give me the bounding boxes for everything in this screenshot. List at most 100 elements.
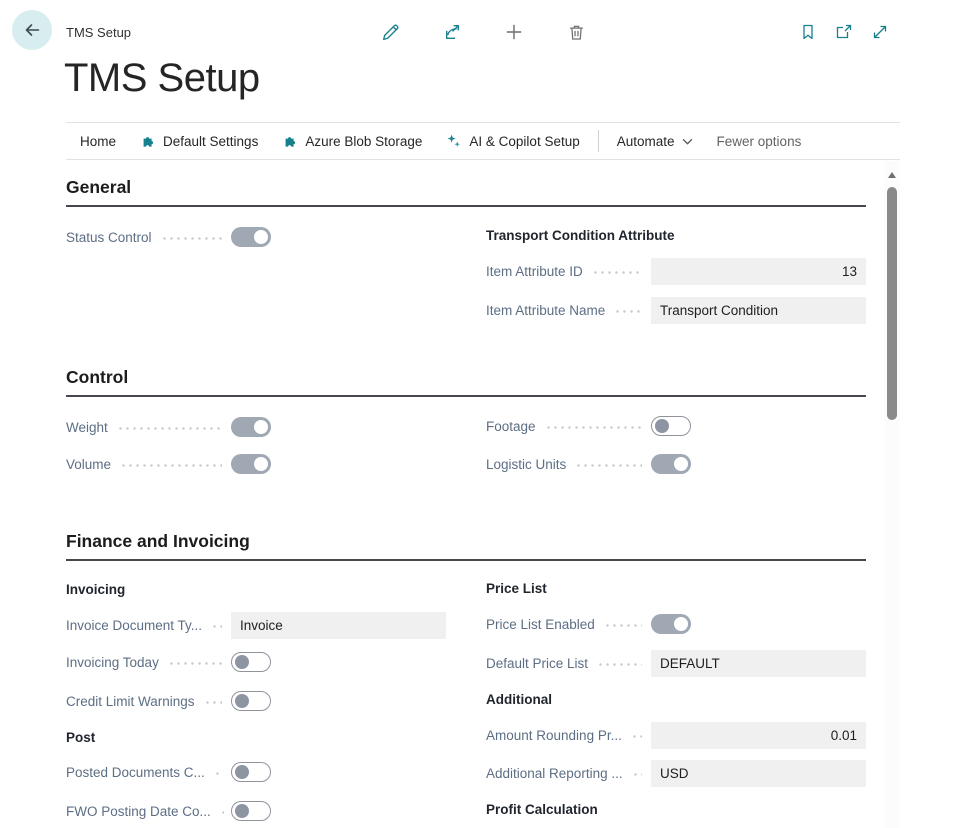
puzzle-icon [282,133,298,149]
group-header-profit-calculation: Profit Calculation [486,800,598,820]
field-row-default-price-list: Default Price List DEFAULT [486,649,866,677]
field-row-credit-limit-warnings: Credit Limit Warnings [66,687,446,715]
menu-item-ai-copilot-setup[interactable]: AI & Copilot Setup [434,123,591,159]
share-button[interactable] [440,20,464,44]
dotted-leader [632,773,642,776]
field-row-additional-reporting-currency: Additional Reporting ... USD [486,759,866,787]
puzzle-icon [140,133,156,149]
dotted-leader [117,427,222,430]
field-row-footage: Footage [486,412,866,440]
section-header-control: Control [66,367,866,397]
group-header-price-list: Price List [486,579,547,599]
status-control-toggle[interactable] [231,227,271,247]
field-row-invoicing-today: Invoicing Today [66,648,446,676]
field-row-fwo-posting-date: FWO Posting Date Co... [66,797,446,825]
field-label: Logistic Units [486,457,566,472]
invoice-document-type-input[interactable]: Invoice [231,612,446,639]
dotted-leader [597,663,642,666]
expand-button[interactable] [868,20,892,44]
field-row-posted-documents: Posted Documents C... [66,758,446,786]
dotted-leader [211,625,222,628]
dotted-leader [161,237,222,240]
field-row-amount-rounding-precision: Amount Rounding Pr... 0.01 [486,721,866,749]
field-label: Footage [486,419,536,434]
default-price-list-input[interactable]: DEFAULT [651,650,866,677]
menu-item-azure-blob-storage[interactable]: Azure Blob Storage [270,123,434,159]
field-row-item-attribute-id: Item Attribute ID 13 [486,257,866,285]
field-row-status-control: Status Control [66,223,446,251]
field-row-volume: Volume [66,450,446,478]
chevron-down-icon [682,138,693,145]
edit-button[interactable] [378,20,402,44]
scrollbar-up-arrow-icon[interactable] [888,172,896,178]
tms-setup-page: TMS Setup [0,0,961,828]
field-label: Additional Reporting ... [486,766,623,781]
field-label: FWO Posting Date Co... [66,804,211,819]
amount-rounding-precision-input[interactable]: 0.01 [651,722,866,749]
open-in-new-window-icon [834,22,854,42]
share-icon [442,22,463,43]
additional-reporting-currency-input[interactable]: USD [651,760,866,787]
logistic-units-toggle[interactable] [651,454,691,474]
invoicing-today-toggle[interactable] [231,652,271,672]
field-label: Invoice Document Ty... [66,618,202,633]
fwo-posting-date-toggle[interactable] [231,801,271,821]
vertical-scrollbar[interactable] [884,161,900,828]
open-in-new-window-button[interactable] [832,20,856,44]
item-attribute-id-input[interactable]: 13 [651,258,866,285]
field-label: Status Control [66,230,152,245]
field-row-price-list-enabled: Price List Enabled [486,610,866,638]
field-label: Default Price List [486,656,588,671]
bookmark-icon [798,22,818,42]
pencil-icon [380,22,401,43]
dotted-leader [575,464,642,467]
weight-toggle[interactable] [231,417,271,437]
dotted-leader [204,701,222,704]
item-attribute-name-input[interactable]: Transport Condition [651,297,866,324]
field-row-item-attribute-name: Item Attribute Name Transport Condition [486,296,866,324]
volume-toggle[interactable] [231,454,271,474]
menu-item-automate[interactable]: Automate [605,123,705,159]
menu-item-default-settings[interactable]: Default Settings [128,123,270,159]
menu-divider [598,130,599,152]
dotted-leader [214,772,222,775]
menu-item-fewer-options[interactable]: Fewer options [705,123,814,159]
field-label: Item Attribute ID [486,264,583,279]
menu-item-home[interactable]: Home [68,123,128,159]
field-label: Price List Enabled [486,617,595,632]
section-header-finance-and-invoicing: Finance and Invoicing [66,531,866,561]
field-row-weight: Weight [66,413,446,441]
posted-documents-toggle[interactable] [231,762,271,782]
price-list-enabled-toggle[interactable] [651,614,691,634]
field-label: Weight [66,420,108,435]
bookmark-button[interactable] [796,20,820,44]
credit-limit-warnings-toggle[interactable] [231,691,271,711]
field-label: Credit Limit Warnings [66,694,195,709]
dotted-leader [168,662,222,665]
dotted-leader [614,310,642,313]
field-label: Amount Rounding Pr... [486,728,622,743]
field-label: Posted Documents C... [66,765,205,780]
dotted-leader [120,464,222,467]
back-button[interactable] [12,10,52,50]
footage-toggle[interactable] [651,416,691,436]
back-arrow-icon [22,20,42,40]
action-menubar: Home Default Settings Azure Blob Storage… [66,122,900,160]
delete-button[interactable] [564,20,588,44]
dotted-leader [631,735,642,738]
page-title: TMS Setup [64,56,260,101]
dotted-leader [220,811,224,814]
field-row-invoice-document-type: Invoice Document Ty... Invoice [66,611,446,639]
field-row-logistic-units: Logistic Units [486,450,866,478]
group-header-additional: Additional [486,690,552,710]
dotted-leader [545,426,642,429]
trash-icon [566,22,587,43]
window-caption: TMS Setup [66,25,131,40]
dotted-leader [604,624,642,627]
group-header-invoicing: Invoicing [66,580,125,600]
dotted-leader [592,271,642,274]
plus-icon [503,21,525,43]
add-button[interactable] [502,20,526,44]
scrollbar-thumb[interactable] [887,187,897,420]
group-header-transport-condition-attribute: Transport Condition Attribute [486,226,674,246]
